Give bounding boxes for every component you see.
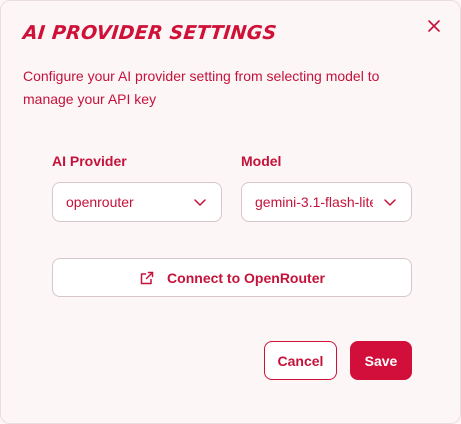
external-link-icon	[139, 270, 155, 286]
ai-provider-value: openrouter	[66, 194, 134, 210]
ai-provider-label: AI Provider	[52, 153, 127, 169]
chevron-down-icon	[383, 197, 397, 207]
model-select[interactable]: gemini-3.1-flash-lite-preview	[241, 182, 412, 222]
chevron-down-icon	[193, 197, 207, 207]
ai-provider-settings-dialog: AI PROVIDER SETTINGS Configure your AI p…	[0, 0, 461, 424]
close-icon	[426, 18, 442, 34]
save-button[interactable]: Save	[350, 341, 412, 380]
connect-openrouter-label: Connect to OpenRouter	[167, 269, 325, 286]
dialog-description: Configure your AI provider setting from …	[23, 68, 380, 107]
model-value: gemini-3.1-flash-lite-preview	[255, 194, 373, 210]
ai-provider-select[interactable]: openrouter	[52, 182, 222, 222]
dialog-title: AI PROVIDER SETTINGS	[21, 22, 278, 44]
connect-openrouter-button[interactable]: Connect to OpenRouter	[52, 258, 412, 297]
model-label: Model	[241, 153, 282, 169]
cancel-button[interactable]: Cancel	[264, 341, 337, 380]
close-button[interactable]	[426, 18, 442, 34]
